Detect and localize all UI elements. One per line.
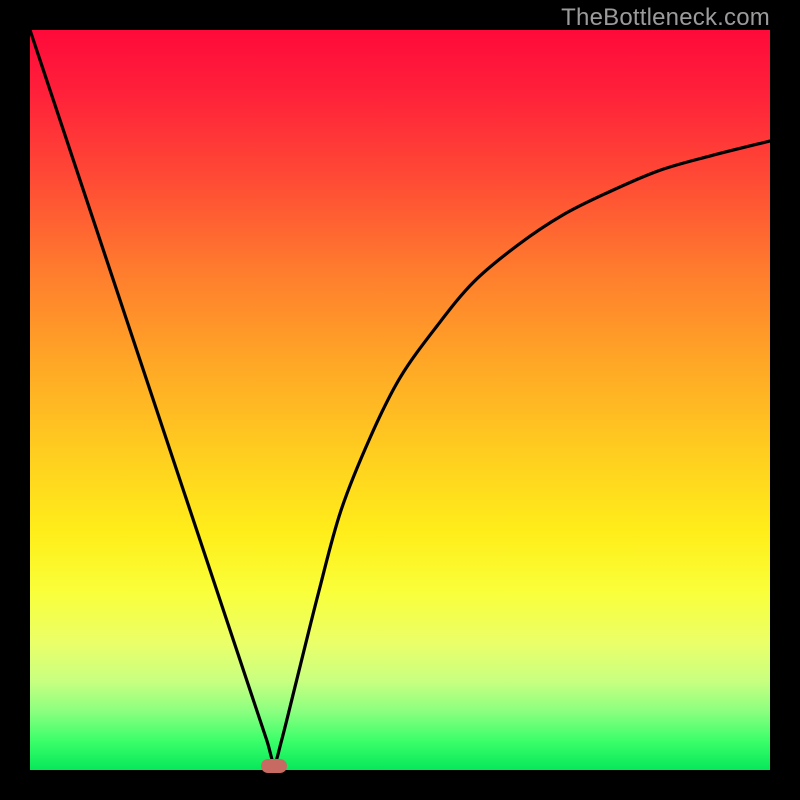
- chart-frame: TheBottleneck.com: [0, 0, 800, 800]
- curve-svg: [30, 30, 770, 770]
- plot-area: [30, 30, 770, 770]
- watermark-text: TheBottleneck.com: [561, 4, 770, 32]
- min-marker: [261, 759, 287, 773]
- bottleneck-curve-path: [30, 30, 770, 763]
